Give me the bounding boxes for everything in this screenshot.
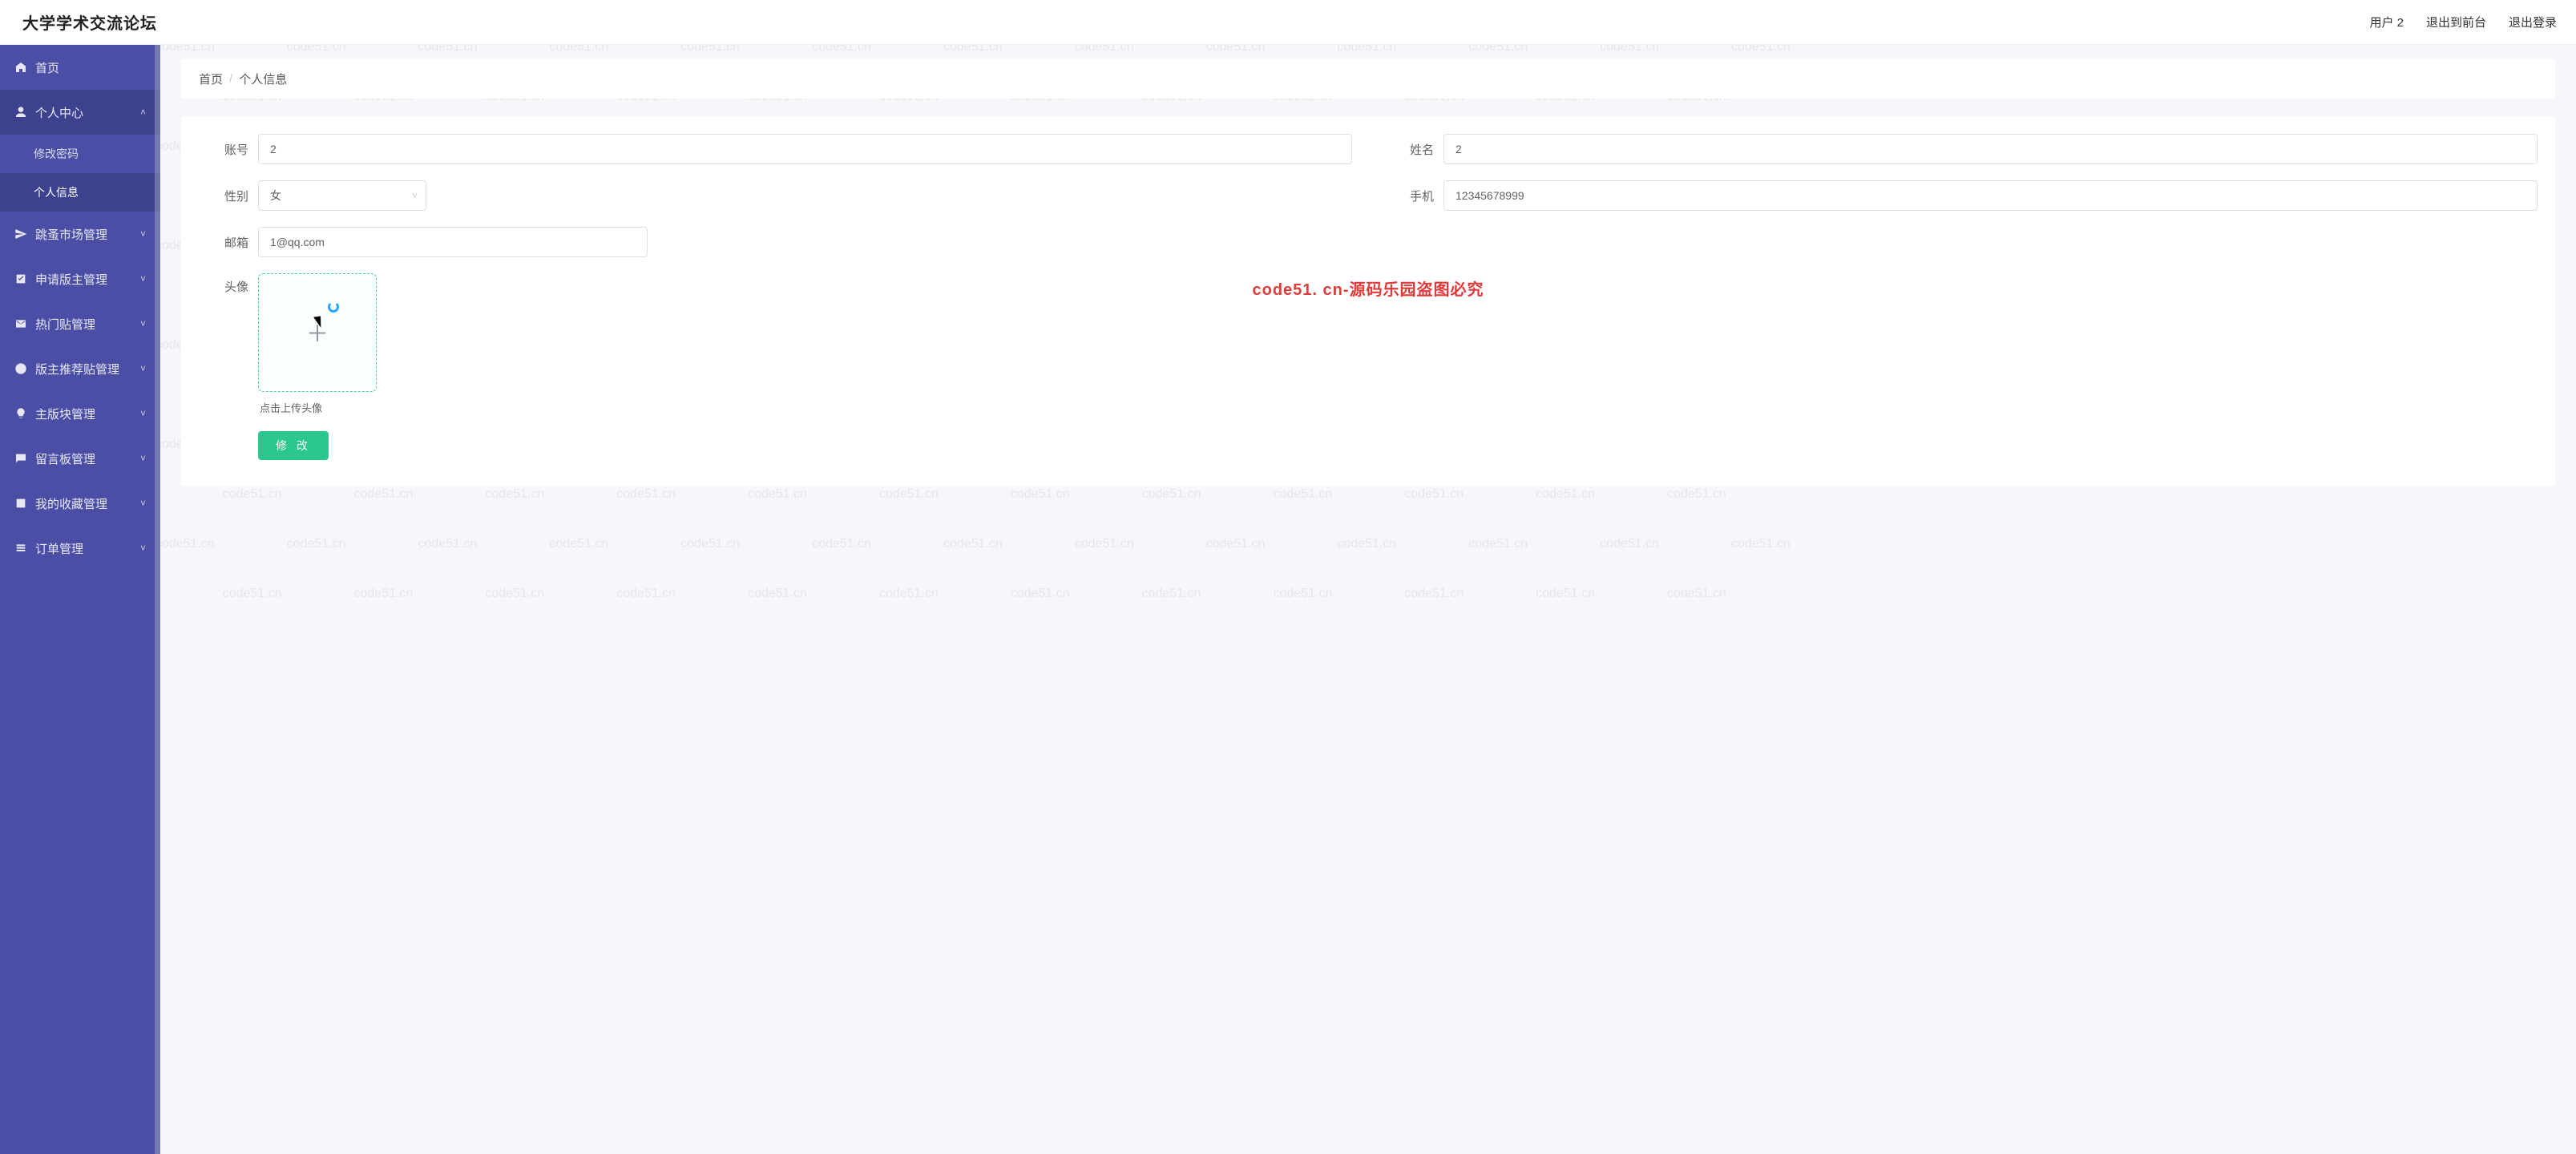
sidebar-item-favorites[interactable]: 我的收藏管理 ˅ [0, 481, 160, 526]
label-email: 邮箱 [199, 234, 248, 251]
sidebar-sub-label: 修改密码 [34, 146, 79, 162]
input-phone[interactable] [1443, 180, 2538, 211]
sidebar-item-label: 首页 [35, 59, 59, 76]
chevron-down-icon: ˅ [140, 498, 146, 509]
form-card: code51. cn-源码乐园盗图必究 账号 姓名 性别 女 [181, 116, 2555, 486]
content: 首页 / 个人信息 code51. cn-源码乐园盗图必究 账号 姓名 性别 [160, 45, 2576, 1154]
sidebar-item-label: 版主推荐贴管理 [35, 361, 119, 377]
sidebar-item-apply-moderator[interactable]: 申请版主管理 ˅ [0, 256, 160, 301]
label-avatar: 头像 [199, 278, 248, 295]
label-account: 账号 [199, 141, 248, 158]
chevron-down-icon: ˅ [140, 228, 146, 240]
input-email[interactable] [258, 227, 648, 257]
user-icon [14, 106, 27, 119]
sidebar-item-label: 热门贴管理 [35, 316, 95, 333]
select-gender[interactable]: 女 ˅ [258, 180, 426, 211]
bulb-icon [14, 407, 27, 420]
sidebar-scrollbar[interactable] [155, 45, 160, 1154]
sidebar-item-label: 留言板管理 [35, 450, 95, 467]
input-account[interactable] [258, 134, 1352, 164]
mail-icon [14, 317, 27, 330]
topbar-user[interactable]: 用户 2 [2369, 14, 2404, 30]
chevron-down-icon: ˅ [140, 273, 146, 284]
sidebar-item-label: 个人中心 [35, 104, 83, 121]
send-icon [14, 228, 27, 240]
clock-icon [14, 362, 27, 375]
sidebar-item-label: 申请版主管理 [35, 271, 107, 288]
sidebar-item-moderator-rec[interactable]: 版主推荐贴管理 ˅ [0, 346, 160, 391]
chevron-down-icon: ˅ [140, 363, 146, 374]
sidebar-item-message-board[interactable]: 留言板管理 ˅ [0, 436, 160, 481]
home-icon [14, 61, 27, 74]
topbar-right: 用户 2 退出到前台 退出登录 [2369, 14, 2557, 30]
breadcrumb: 首页 / 个人信息 [199, 71, 2538, 87]
list-icon [14, 542, 27, 555]
label-name: 姓名 [1384, 141, 1434, 158]
sidebar-item-label: 主版块管理 [35, 406, 95, 422]
chevron-down-icon: ˅ [140, 318, 146, 329]
breadcrumb-home[interactable]: 首页 [199, 71, 223, 87]
sidebar-item-label: 跳蚤市场管理 [35, 226, 107, 243]
topbar: 大学学术交流论坛 用户 2 退出到前台 退出登录 [0, 0, 2576, 45]
topbar-exit-front[interactable]: 退出到前台 [2426, 14, 2486, 30]
sidebar-item-label: 订单管理 [35, 540, 83, 557]
label-phone: 手机 [1384, 188, 1434, 204]
app-title: 大学学术交流论坛 [22, 10, 157, 34]
breadcrumb-card: 首页 / 个人信息 [181, 59, 2555, 99]
message-icon [14, 452, 27, 465]
input-name[interactable] [1443, 134, 2538, 164]
sidebar-sub-personal-info[interactable]: 个人信息 [0, 173, 160, 212]
label-gender: 性别 [199, 188, 248, 204]
check-square-icon [14, 272, 27, 285]
sidebar: 首页 个人中心 ˄ 修改密码 个人信息 跳蚤市场管理 [0, 45, 160, 1154]
image-icon [14, 497, 27, 510]
breadcrumb-sep: / [229, 72, 232, 86]
sidebar-item-hot-posts[interactable]: 热门贴管理 ˅ [0, 301, 160, 346]
sidebar-item-label: 我的收藏管理 [35, 495, 107, 512]
submit-button[interactable]: 修 改 [258, 431, 329, 460]
plus-icon: ＋ [306, 317, 329, 349]
sidebar-item-personal[interactable]: 个人中心 ˄ [0, 90, 160, 135]
avatar-upload[interactable]: ＋ [258, 273, 377, 392]
sidebar-sub-label: 个人信息 [34, 184, 79, 200]
topbar-logout[interactable]: 退出登录 [2509, 14, 2557, 30]
sidebar-sub-change-password[interactable]: 修改密码 [0, 135, 160, 173]
select-gender-value: 女 [270, 189, 281, 202]
sidebar-item-orders[interactable]: 订单管理 ˅ [0, 526, 160, 571]
chevron-down-icon: ˅ [412, 190, 418, 201]
sidebar-item-home[interactable]: 首页 [0, 45, 160, 90]
sidebar-item-flea-market[interactable]: 跳蚤市场管理 ˅ [0, 212, 160, 256]
chevron-down-icon: ˅ [140, 408, 146, 419]
chevron-down-icon: ˅ [140, 453, 146, 464]
sidebar-item-main-board[interactable]: 主版块管理 ˅ [0, 391, 160, 436]
upload-hint: 点击上传头像 [260, 400, 377, 415]
chevron-down-icon: ˅ [140, 543, 146, 554]
breadcrumb-current: 个人信息 [239, 71, 287, 87]
chevron-up-icon: ˄ [140, 107, 146, 118]
